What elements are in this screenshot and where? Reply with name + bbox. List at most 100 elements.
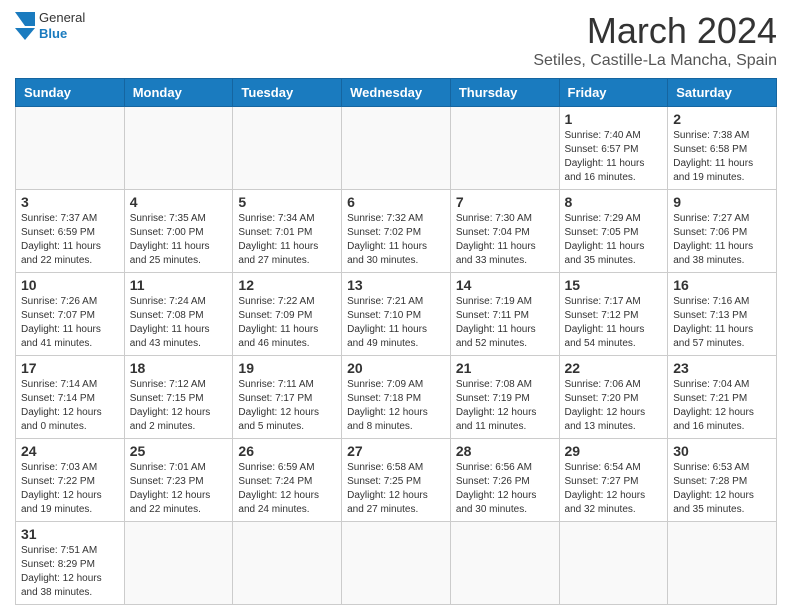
day-number: 11 xyxy=(130,277,228,293)
weekday-header-sunday: Sunday xyxy=(16,79,125,107)
calendar-cell xyxy=(233,107,342,190)
header: General Blue March 2024 Setiles, Castill… xyxy=(15,10,777,70)
calendar-cell: 18 Sunrise: 7:12 AM Sunset: 7:15 PM Dayli… xyxy=(124,356,233,439)
weekday-header-tuesday: Tuesday xyxy=(233,79,342,107)
day-number: 10 xyxy=(21,277,119,293)
calendar-cell: 19Sunrise: 7:11 AM Sunset: 7:17 PM Dayli… xyxy=(233,356,342,439)
calendar-cell: 31 Sunrise: 7:51 AM Sunset: 8:29 PM Dayli… xyxy=(16,522,125,605)
day-info: Sunrise: 7:08 AM Sunset: 7:19 PM Dayligh… xyxy=(456,378,554,434)
weekday-header-saturday: Saturday xyxy=(668,79,777,107)
day-number: 7 xyxy=(456,194,554,210)
day-number: 4 xyxy=(130,194,228,210)
day-number: 17 xyxy=(21,360,119,376)
calendar-table: SundayMondayTuesdayWednesdayThursdayFrid… xyxy=(15,78,777,605)
calendar-cell: 26Sunrise: 6:59 AM Sunset: 7:24 PM Dayli… xyxy=(233,439,342,522)
day-number: 18 xyxy=(130,360,228,376)
day-number: 22 xyxy=(565,360,663,376)
day-number: 28 xyxy=(456,443,554,459)
day-number: 25 xyxy=(130,443,228,459)
calendar-cell: 9 Sunrise: 7:27 AM Sunset: 7:06 PM Daylig… xyxy=(668,190,777,273)
calendar-cell xyxy=(124,522,233,605)
calendar-cell: 25 Sunrise: 7:01 AM Sunset: 7:23 PM Dayli… xyxy=(124,439,233,522)
calendar-cell: 14 Sunrise: 7:19 AM Sunset: 7:11 PM Dayli… xyxy=(450,273,559,356)
day-info: Sunrise: 7:51 AM Sunset: 8:29 PM Dayligh… xyxy=(21,544,119,600)
calendar-cell: 2Sunrise: 7:38 AM Sunset: 6:58 PM Daylig… xyxy=(668,107,777,190)
calendar-cell xyxy=(450,107,559,190)
page: General Blue March 2024 Setiles, Castill… xyxy=(0,0,792,615)
day-info: Sunrise: 7:11 AM Sunset: 7:17 PM Dayligh… xyxy=(238,378,336,434)
day-number: 5 xyxy=(238,194,336,210)
calendar-cell: 15 Sunrise: 7:17 AM Sunset: 7:12 PM Dayli… xyxy=(559,273,668,356)
day-number: 21 xyxy=(456,360,554,376)
logo: General Blue xyxy=(15,10,85,41)
week-row-3: 17Sunrise: 7:14 AM Sunset: 7:14 PM Dayli… xyxy=(16,356,777,439)
calendar-cell: 1Sunrise: 7:40 AM Sunset: 6:57 PM Daylig… xyxy=(559,107,668,190)
day-info: Sunrise: 7:29 AM Sunset: 7:05 PM Dayligh… xyxy=(565,212,663,268)
calendar-cell xyxy=(342,107,451,190)
day-info: Sunrise: 6:58 AM Sunset: 7:25 PM Dayligh… xyxy=(347,461,445,517)
calendar-cell: 5Sunrise: 7:34 AM Sunset: 7:01 PM Daylig… xyxy=(233,190,342,273)
weekday-header-friday: Friday xyxy=(559,79,668,107)
day-number: 9 xyxy=(673,194,771,210)
calendar-cell: 22 Sunrise: 7:06 AM Sunset: 7:20 PM Dayli… xyxy=(559,356,668,439)
day-info: Sunrise: 6:53 AM Sunset: 7:28 PM Dayligh… xyxy=(673,461,771,517)
day-number: 15 xyxy=(565,277,663,293)
day-info: Sunrise: 6:56 AM Sunset: 7:26 PM Dayligh… xyxy=(456,461,554,517)
day-info: Sunrise: 7:24 AM Sunset: 7:08 PM Dayligh… xyxy=(130,295,228,351)
calendar-cell: 8Sunrise: 7:29 AM Sunset: 7:05 PM Daylig… xyxy=(559,190,668,273)
calendar-cell: 30Sunrise: 6:53 AM Sunset: 7:28 PM Dayli… xyxy=(668,439,777,522)
calendar-cell: 23Sunrise: 7:04 AM Sunset: 7:21 PM Dayli… xyxy=(668,356,777,439)
day-info: Sunrise: 7:16 AM Sunset: 7:13 PM Dayligh… xyxy=(673,295,771,351)
day-info: Sunrise: 7:22 AM Sunset: 7:09 PM Dayligh… xyxy=(238,295,336,351)
calendar-cell: 24 Sunrise: 7:03 AM Sunset: 7:22 PM Dayli… xyxy=(16,439,125,522)
day-number: 27 xyxy=(347,443,445,459)
day-info: Sunrise: 7:03 AM Sunset: 7:22 PM Dayligh… xyxy=(21,461,119,517)
day-number: 3 xyxy=(21,194,119,210)
week-row-0: 1Sunrise: 7:40 AM Sunset: 6:57 PM Daylig… xyxy=(16,107,777,190)
calendar-cell: 11 Sunrise: 7:24 AM Sunset: 7:08 PM Dayli… xyxy=(124,273,233,356)
title-area: March 2024 Setiles, Castille-La Mancha, … xyxy=(533,10,777,70)
day-number: 31 xyxy=(21,526,119,542)
calendar-cell xyxy=(668,522,777,605)
logo-container: General Blue xyxy=(15,10,85,41)
calendar-cell: 3Sunrise: 7:37 AM Sunset: 6:59 PM Daylig… xyxy=(16,190,125,273)
day-info: Sunrise: 7:38 AM Sunset: 6:58 PM Dayligh… xyxy=(673,129,771,185)
calendar-cell: 4Sunrise: 7:35 AM Sunset: 7:00 PM Daylig… xyxy=(124,190,233,273)
day-info: Sunrise: 7:27 AM Sunset: 7:06 PM Dayligh… xyxy=(673,212,771,268)
calendar-cell xyxy=(124,107,233,190)
calendar-cell: 6 Sunrise: 7:32 AM Sunset: 7:02 PM Daylig… xyxy=(342,190,451,273)
calendar-cell xyxy=(559,522,668,605)
day-info: Sunrise: 7:26 AM Sunset: 7:07 PM Dayligh… xyxy=(21,295,119,351)
calendar-cell: 21 Sunrise: 7:08 AM Sunset: 7:19 PM Dayli… xyxy=(450,356,559,439)
day-number: 1 xyxy=(565,111,663,127)
week-row-5: 31 Sunrise: 7:51 AM Sunset: 8:29 PM Dayli… xyxy=(16,522,777,605)
location: Setiles, Castille-La Mancha, Spain xyxy=(533,52,777,70)
calendar-cell: 12Sunrise: 7:22 AM Sunset: 7:09 PM Dayli… xyxy=(233,273,342,356)
calendar-cell: 20Sunrise: 7:09 AM Sunset: 7:18 PM Dayli… xyxy=(342,356,451,439)
day-number: 14 xyxy=(456,277,554,293)
day-info: Sunrise: 7:19 AM Sunset: 7:11 PM Dayligh… xyxy=(456,295,554,351)
calendar-cell: 29Sunrise: 6:54 AM Sunset: 7:27 PM Dayli… xyxy=(559,439,668,522)
calendar-cell: 17Sunrise: 7:14 AM Sunset: 7:14 PM Dayli… xyxy=(16,356,125,439)
weekday-header-thursday: Thursday xyxy=(450,79,559,107)
day-number: 6 xyxy=(347,194,445,210)
calendar-cell xyxy=(16,107,125,190)
week-row-2: 10 Sunrise: 7:26 AM Sunset: 7:07 PM Dayli… xyxy=(16,273,777,356)
calendar-cell: 10 Sunrise: 7:26 AM Sunset: 7:07 PM Dayli… xyxy=(16,273,125,356)
day-info: Sunrise: 7:06 AM Sunset: 7:20 PM Dayligh… xyxy=(565,378,663,434)
calendar-cell: 13Sunrise: 7:21 AM Sunset: 7:10 PM Dayli… xyxy=(342,273,451,356)
day-info: Sunrise: 7:01 AM Sunset: 7:23 PM Dayligh… xyxy=(130,461,228,517)
day-number: 24 xyxy=(21,443,119,459)
day-info: Sunrise: 7:12 AM Sunset: 7:15 PM Dayligh… xyxy=(130,378,228,434)
calendar-cell: 7Sunrise: 7:30 AM Sunset: 7:04 PM Daylig… xyxy=(450,190,559,273)
day-info: Sunrise: 7:17 AM Sunset: 7:12 PM Dayligh… xyxy=(565,295,663,351)
day-info: Sunrise: 7:32 AM Sunset: 7:02 PM Dayligh… xyxy=(347,212,445,268)
weekday-header-row: SundayMondayTuesdayWednesdayThursdayFrid… xyxy=(16,79,777,107)
calendar-cell xyxy=(342,522,451,605)
day-number: 29 xyxy=(565,443,663,459)
calendar-cell: 28 Sunrise: 6:56 AM Sunset: 7:26 PM Dayli… xyxy=(450,439,559,522)
weekday-header-monday: Monday xyxy=(124,79,233,107)
day-number: 13 xyxy=(347,277,445,293)
week-row-4: 24 Sunrise: 7:03 AM Sunset: 7:22 PM Dayli… xyxy=(16,439,777,522)
day-number: 20 xyxy=(347,360,445,376)
